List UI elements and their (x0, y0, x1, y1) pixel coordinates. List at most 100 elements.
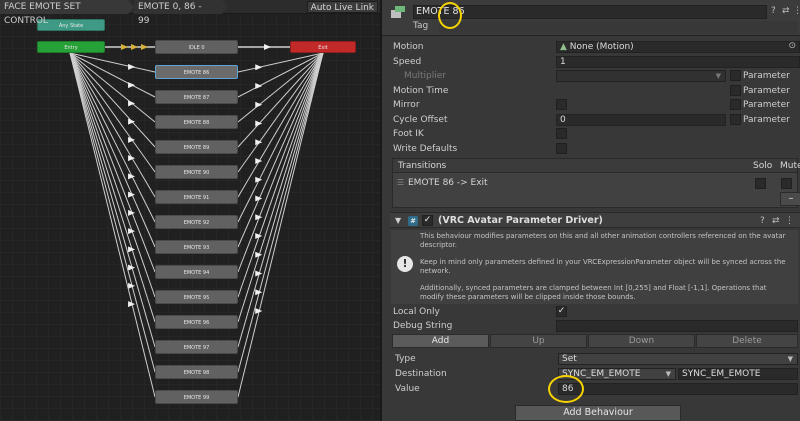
transition-solo-checkbox[interactable] (755, 178, 766, 189)
local-only-checkbox[interactable]: ✓ (556, 306, 567, 317)
debug-string-field[interactable] (556, 320, 798, 332)
object-picker-icon[interactable]: ⊙ (788, 41, 796, 51)
state-node[interactable]: EMOTE 93 (155, 240, 238, 254)
state-node[interactable]: EMOTE 90 (155, 165, 238, 179)
state-node[interactable]: EMOTE 89 (155, 140, 238, 154)
transition-line (237, 52, 324, 173)
destination-name-field[interactable]: SYNC_EM_EMOTE (678, 368, 798, 380)
state-node[interactable]: EMOTE 88 (155, 115, 238, 129)
motion-label: Motion (393, 42, 424, 52)
transition-arrow (121, 44, 128, 50)
mirror-checkbox[interactable] (556, 99, 567, 110)
state-node[interactable]: IDLE 0 (155, 40, 238, 54)
foot-ik-checkbox[interactable] (556, 128, 567, 139)
state-node[interactable]: EMOTE 86 (155, 65, 238, 79)
transition-line (237, 52, 324, 248)
add-parameter-button[interactable]: Add (392, 334, 489, 348)
destination-label: Destination (395, 369, 447, 379)
state-node[interactable]: EMOTE 97 (155, 340, 238, 354)
state-node[interactable]: EMOTE 98 (155, 365, 238, 379)
transition-line (69, 52, 156, 348)
motion-value: None (Motion) (569, 42, 634, 52)
local-only-row: Local Only ✓ (382, 305, 800, 319)
auto-live-link-button[interactable]: Auto Live Link (306, 1, 378, 13)
debug-string-row: Debug String (382, 319, 800, 333)
remove-transition-button[interactable]: – (780, 192, 800, 206)
mirror-parameter-checkbox[interactable] (730, 99, 741, 110)
warning-icon: ! (397, 256, 413, 272)
destination-row: Destination SYNC_EM_EMOTE ▼ SYNC_EM_EMOTE (384, 367, 800, 381)
transitions-header: Transitions Solo Mute (393, 159, 800, 173)
script-icon: # (408, 216, 418, 226)
motion-field[interactable]: ▲ None (Motion) (556, 41, 800, 53)
transition-line (237, 52, 324, 223)
transitions-title: Transitions (398, 161, 447, 171)
help-icon[interactable]: ? (771, 5, 776, 17)
state-node[interactable]: EMOTE 95 (155, 290, 238, 304)
multiplier-dropdown[interactable]: ▼ (556, 70, 726, 82)
help-text-3: Additionally, synced parameters are clam… (420, 284, 767, 301)
state-node[interactable]: EMOTE 96 (155, 315, 238, 329)
state-node[interactable]: EMOTE 87 (155, 90, 238, 104)
local-only-label: Local Only (393, 307, 440, 317)
multiplier-parameter-checkbox[interactable] (730, 70, 741, 81)
transition-line (69, 52, 156, 373)
transition-line (237, 52, 324, 348)
more-options-icon[interactable]: ⋮ (793, 5, 800, 17)
exit-node[interactable]: Exit (290, 41, 356, 53)
transition-item-label: EMOTE 86 -> Exit (408, 178, 488, 188)
cycle-offset-field[interactable]: 0 (556, 114, 726, 126)
type-row: Type Set ▼ (384, 352, 800, 366)
cycle-offset-parameter-checkbox[interactable] (730, 114, 741, 125)
tag-label: Tag (413, 21, 429, 31)
breadcrumb-state-machine[interactable]: EMOTE 0, 86 - 99 (134, 0, 228, 26)
value-field[interactable]: 86 (558, 383, 798, 395)
cycle-offset-parameter-label: Parameter (743, 115, 790, 125)
motion-time-parameter-checkbox[interactable] (730, 85, 741, 96)
type-label: Type (395, 354, 416, 364)
state-node[interactable]: EMOTE 99 (155, 390, 238, 404)
help-text-2: Keep in mind only parameters defined in … (420, 258, 786, 275)
up-button[interactable]: Up (490, 334, 587, 348)
transition-item[interactable]: ☰ EMOTE 86 -> Exit (393, 175, 797, 191)
mirror-parameter-label: Parameter (743, 100, 790, 110)
behaviour-help-icon[interactable]: ? (760, 215, 765, 227)
preset-icon[interactable]: ⇄ (782, 5, 790, 17)
transition-mute-checkbox[interactable] (781, 178, 792, 189)
state-node[interactable]: EMOTE 92 (155, 215, 238, 229)
state-name-field[interactable]: EMOTE 86 (413, 5, 767, 19)
behaviour-header[interactable]: ▼ # ✓ (VRC Avatar Parameter Driver) ? ⇄ … (390, 212, 800, 228)
multiplier-label: Multiplier (404, 71, 446, 81)
drag-handle-icon[interactable]: ☰ (397, 178, 404, 187)
transition-arrow (255, 158, 263, 164)
value-row: Value 86 (384, 382, 800, 396)
speed-field[interactable]: 1 (556, 56, 800, 68)
tag-field[interactable] (439, 21, 798, 34)
state-node[interactable]: EMOTE 91 (155, 190, 238, 204)
help-text-1: This behaviour modifies parameters on th… (420, 232, 786, 249)
transition-line (69, 52, 156, 273)
transition-line (69, 52, 156, 248)
behaviour-preset-icon[interactable]: ⇄ (772, 215, 780, 227)
entry-node[interactable]: Entry (37, 41, 105, 53)
foldout-arrow-icon[interactable]: ▼ (395, 216, 401, 225)
motion-time-parameter-label: Parameter (743, 86, 790, 96)
delete-button[interactable]: Delete (696, 334, 798, 348)
transition-line (237, 52, 324, 73)
animator-graph[interactable]: Any State Entry Exit IDLE 0 EMOTE 86 EMOTE… (0, 0, 380, 421)
type-dropdown[interactable]: Set ▼ (558, 353, 798, 365)
transition-arrow (128, 63, 136, 70)
state-node[interactable]: EMOTE 94 (155, 265, 238, 279)
write-defaults-checkbox[interactable] (556, 143, 567, 154)
cycle-offset-label: Cycle Offset (393, 115, 448, 125)
transition-arrow (128, 155, 136, 162)
transition-arrow (255, 64, 263, 71)
debug-string-label: Debug String (393, 321, 453, 331)
behaviour-more-icon[interactable]: ⋮ (785, 215, 794, 227)
add-behaviour-button[interactable]: Add Behaviour (515, 405, 681, 421)
behaviour-enabled-checkbox[interactable]: ✓ (422, 215, 433, 226)
transition-line (69, 52, 156, 173)
motion-time-label: Motion Time (393, 86, 449, 96)
down-button[interactable]: Down (588, 334, 695, 348)
breadcrumb-layer[interactable]: FACE EMOTE SET CONTROL (0, 0, 134, 26)
